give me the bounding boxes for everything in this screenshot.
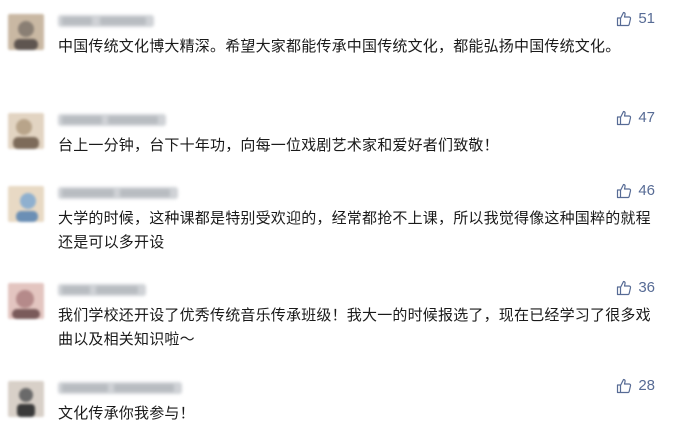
like-button[interactable]: 36	[616, 278, 655, 298]
like-button[interactable]: 47	[616, 108, 655, 128]
avatar[interactable]	[8, 14, 44, 50]
comment-text: 我们学校还开设了优秀传统音乐传承班级！我大一的时候报选了，现在已经学习了很多戏曲…	[58, 306, 651, 348]
nickname[interactable]	[58, 187, 178, 199]
like-count: 46	[638, 182, 655, 199]
like-count: 28	[638, 377, 655, 394]
comment-text: 文化传承你我参与！	[58, 404, 195, 422]
avatar[interactable]	[8, 113, 44, 149]
nickname[interactable]	[58, 382, 182, 394]
thumbs-up-icon	[617, 110, 632, 126]
like-count: 51	[638, 10, 655, 27]
comment-text: 台上一分钟，台下十年功，向每一位戏剧艺术家和爱好者们致敬！	[58, 136, 499, 154]
thumbs-up-icon	[617, 11, 632, 27]
comment-text: 中国传统文化博大精深。希望大家都能传承中国传统文化，都能弘扬中国传统文化。	[58, 37, 621, 55]
avatar[interactable]	[8, 186, 44, 222]
nickname[interactable]	[58, 114, 166, 126]
like-count: 47	[638, 109, 655, 126]
avatar[interactable]	[8, 381, 44, 417]
avatar[interactable]	[8, 283, 44, 319]
thumbs-up-icon	[617, 378, 632, 394]
comment-text: 大学的时候，这种课都是特别受欢迎的，经常都抢不上课，所以我觉得像这种国粹的就程还…	[58, 209, 651, 251]
like-button[interactable]: 51	[616, 9, 655, 29]
thumbs-up-icon	[617, 280, 632, 296]
comment-list: 中国传统文化博大精深。希望大家都能传承中国传统文化，都能弘扬中国传统文化。 51…	[0, 0, 679, 433]
like-button[interactable]: 28	[616, 376, 655, 396]
nickname[interactable]	[58, 15, 154, 27]
nickname[interactable]	[58, 284, 146, 296]
like-button[interactable]: 46	[616, 181, 655, 201]
thumbs-up-icon	[617, 183, 632, 199]
like-count: 36	[638, 279, 655, 296]
